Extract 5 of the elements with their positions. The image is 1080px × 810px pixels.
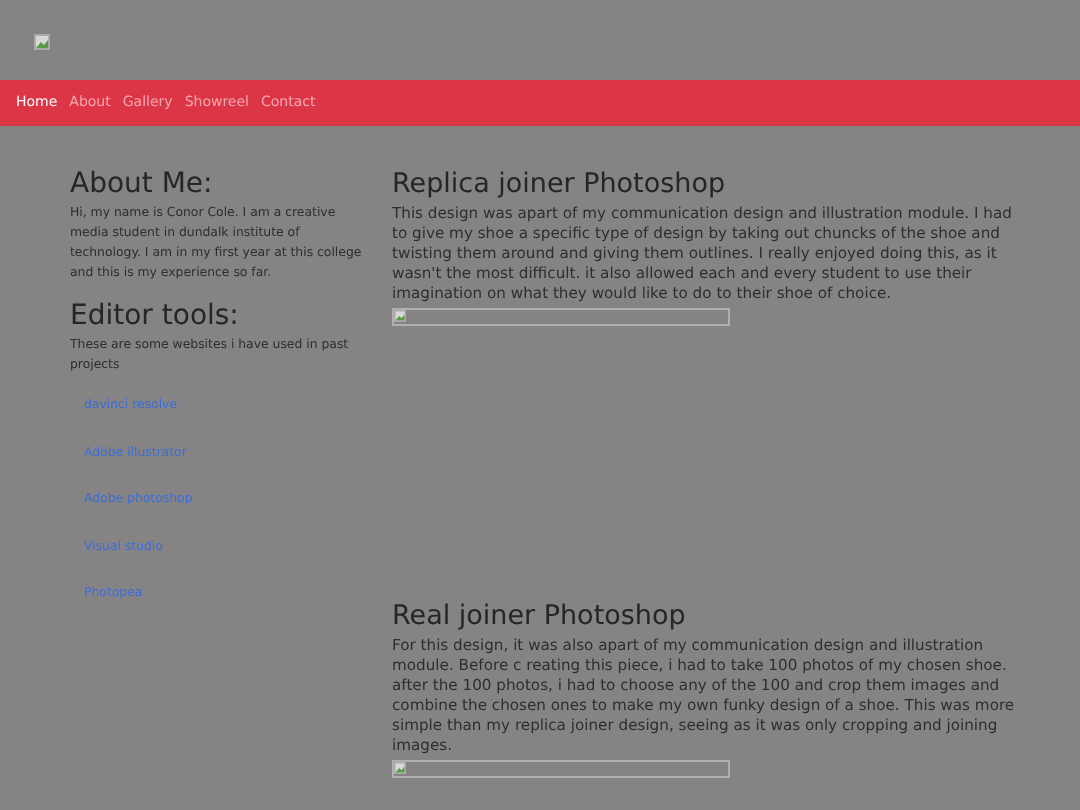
project-title: Replica joiner Photoshop [392, 166, 728, 202]
project-title: Real joiner Photoshop [392, 598, 688, 634]
section-heading: Editor tools: [70, 298, 241, 334]
broken-image-icon [34, 34, 50, 50]
section-heading: About Me: [70, 166, 215, 202]
